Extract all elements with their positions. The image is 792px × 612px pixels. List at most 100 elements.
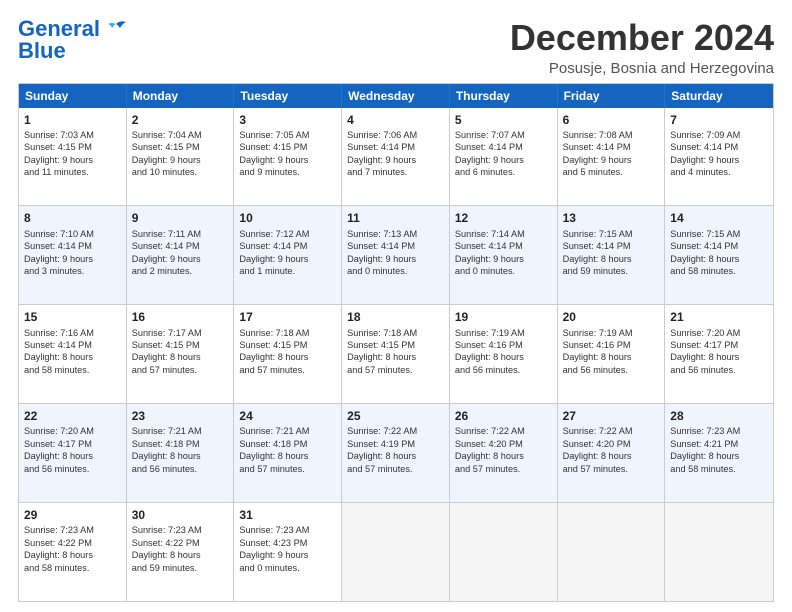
calendar-body: 1Sunrise: 7:03 AMSunset: 4:15 PMDaylight… xyxy=(19,108,773,601)
day-number: 10 xyxy=(239,210,336,226)
day-info: and 11 minutes. xyxy=(24,166,121,178)
day-number: 9 xyxy=(132,210,229,226)
day-number: 21 xyxy=(670,309,768,325)
day-info: and 0 minutes. xyxy=(239,562,336,574)
day-number: 13 xyxy=(563,210,660,226)
day-info: Sunrise: 7:09 AM xyxy=(670,129,768,141)
day-info: and 57 minutes. xyxy=(239,364,336,376)
cal-cell: 11Sunrise: 7:13 AMSunset: 4:14 PMDayligh… xyxy=(342,206,450,304)
cal-cell: 10Sunrise: 7:12 AMSunset: 4:14 PMDayligh… xyxy=(234,206,342,304)
day-info: Sunrise: 7:23 AM xyxy=(670,425,768,437)
day-number: 22 xyxy=(24,408,121,424)
day-info: Sunrise: 7:17 AM xyxy=(132,327,229,339)
day-number: 3 xyxy=(239,112,336,128)
day-info: Daylight: 9 hours xyxy=(132,253,229,265)
day-info: Daylight: 9 hours xyxy=(24,154,121,166)
day-info: Daylight: 8 hours xyxy=(24,549,121,561)
cal-cell: 7Sunrise: 7:09 AMSunset: 4:14 PMDaylight… xyxy=(665,108,773,206)
cal-cell: 16Sunrise: 7:17 AMSunset: 4:15 PMDayligh… xyxy=(127,305,235,403)
day-info: and 4 minutes. xyxy=(670,166,768,178)
cal-cell xyxy=(342,503,450,601)
day-info: Daylight: 8 hours xyxy=(347,450,444,462)
day-info: Sunset: 4:14 PM xyxy=(24,240,121,252)
day-info: Sunset: 4:14 PM xyxy=(132,240,229,252)
title-block: December 2024 Posusje, Bosnia and Herzeg… xyxy=(510,18,774,77)
cal-header-thursday: Thursday xyxy=(450,84,558,108)
day-info: Sunrise: 7:06 AM xyxy=(347,129,444,141)
logo-text: General Blue xyxy=(18,18,100,62)
day-info: Sunset: 4:15 PM xyxy=(239,339,336,351)
day-info: Sunrise: 7:13 AM xyxy=(347,228,444,240)
day-info: Daylight: 8 hours xyxy=(670,253,768,265)
day-info: Sunrise: 7:05 AM xyxy=(239,129,336,141)
day-info: and 57 minutes. xyxy=(347,364,444,376)
subtitle: Posusje, Bosnia and Herzegovina xyxy=(510,60,774,77)
day-info: and 57 minutes. xyxy=(563,463,660,475)
day-info: and 57 minutes. xyxy=(239,463,336,475)
day-info: Sunset: 4:14 PM xyxy=(670,141,768,153)
day-info: Daylight: 9 hours xyxy=(670,154,768,166)
day-info: Sunrise: 7:22 AM xyxy=(563,425,660,437)
day-info: Sunset: 4:14 PM xyxy=(670,240,768,252)
day-info: Sunrise: 7:22 AM xyxy=(455,425,552,437)
day-info: Daylight: 9 hours xyxy=(347,154,444,166)
cal-cell: 2Sunrise: 7:04 AMSunset: 4:15 PMDaylight… xyxy=(127,108,235,206)
day-info: Sunset: 4:15 PM xyxy=(24,141,121,153)
day-number: 8 xyxy=(24,210,121,226)
day-info: Sunrise: 7:04 AM xyxy=(132,129,229,141)
calendar-week-5: 29Sunrise: 7:23 AMSunset: 4:22 PMDayligh… xyxy=(19,503,773,601)
day-info: Daylight: 8 hours xyxy=(563,253,660,265)
day-info: Sunrise: 7:18 AM xyxy=(347,327,444,339)
cal-cell: 6Sunrise: 7:08 AMSunset: 4:14 PMDaylight… xyxy=(558,108,666,206)
day-number: 24 xyxy=(239,408,336,424)
day-info: and 58 minutes. xyxy=(24,562,121,574)
day-info: and 57 minutes. xyxy=(455,463,552,475)
day-info: and 56 minutes. xyxy=(455,364,552,376)
cal-header-wednesday: Wednesday xyxy=(342,84,450,108)
day-info: Sunrise: 7:21 AM xyxy=(239,425,336,437)
day-info: Sunset: 4:20 PM xyxy=(455,438,552,450)
day-info: and 59 minutes. xyxy=(563,265,660,277)
day-info: Sunrise: 7:23 AM xyxy=(239,524,336,536)
day-info: and 5 minutes. xyxy=(563,166,660,178)
day-info: Sunrise: 7:12 AM xyxy=(239,228,336,240)
day-number: 18 xyxy=(347,309,444,325)
day-info: Sunset: 4:15 PM xyxy=(132,141,229,153)
day-number: 27 xyxy=(563,408,660,424)
day-number: 25 xyxy=(347,408,444,424)
day-number: 19 xyxy=(455,309,552,325)
cal-cell: 14Sunrise: 7:15 AMSunset: 4:14 PMDayligh… xyxy=(665,206,773,304)
day-info: Sunset: 4:21 PM xyxy=(670,438,768,450)
cal-cell: 27Sunrise: 7:22 AMSunset: 4:20 PMDayligh… xyxy=(558,404,666,502)
calendar: SundayMondayTuesdayWednesdayThursdayFrid… xyxy=(18,83,774,602)
day-info: Daylight: 9 hours xyxy=(239,253,336,265)
day-number: 23 xyxy=(132,408,229,424)
day-info: and 6 minutes. xyxy=(455,166,552,178)
day-info: Sunset: 4:20 PM xyxy=(563,438,660,450)
cal-cell: 22Sunrise: 7:20 AMSunset: 4:17 PMDayligh… xyxy=(19,404,127,502)
cal-cell xyxy=(558,503,666,601)
day-info: and 57 minutes. xyxy=(347,463,444,475)
day-info: and 3 minutes. xyxy=(24,265,121,277)
day-info: and 56 minutes. xyxy=(132,463,229,475)
day-info: Sunset: 4:14 PM xyxy=(563,141,660,153)
cal-cell: 29Sunrise: 7:23 AMSunset: 4:22 PMDayligh… xyxy=(19,503,127,601)
day-info: Daylight: 9 hours xyxy=(563,154,660,166)
day-info: Sunrise: 7:15 AM xyxy=(563,228,660,240)
day-info: Daylight: 9 hours xyxy=(24,253,121,265)
day-info: Daylight: 8 hours xyxy=(455,351,552,363)
day-number: 31 xyxy=(239,507,336,523)
day-number: 29 xyxy=(24,507,121,523)
calendar-week-4: 22Sunrise: 7:20 AMSunset: 4:17 PMDayligh… xyxy=(19,404,773,503)
day-info: Sunrise: 7:15 AM xyxy=(670,228,768,240)
cal-cell: 8Sunrise: 7:10 AMSunset: 4:14 PMDaylight… xyxy=(19,206,127,304)
cal-cell: 1Sunrise: 7:03 AMSunset: 4:15 PMDaylight… xyxy=(19,108,127,206)
calendar-header: SundayMondayTuesdayWednesdayThursdayFrid… xyxy=(19,84,773,108)
day-info: and 0 minutes. xyxy=(347,265,444,277)
day-info: Daylight: 8 hours xyxy=(24,351,121,363)
calendar-week-1: 1Sunrise: 7:03 AMSunset: 4:15 PMDaylight… xyxy=(19,108,773,207)
day-info: Daylight: 9 hours xyxy=(132,154,229,166)
cal-cell: 19Sunrise: 7:19 AMSunset: 4:16 PMDayligh… xyxy=(450,305,558,403)
day-info: Sunset: 4:14 PM xyxy=(455,141,552,153)
day-info: Sunset: 4:16 PM xyxy=(455,339,552,351)
